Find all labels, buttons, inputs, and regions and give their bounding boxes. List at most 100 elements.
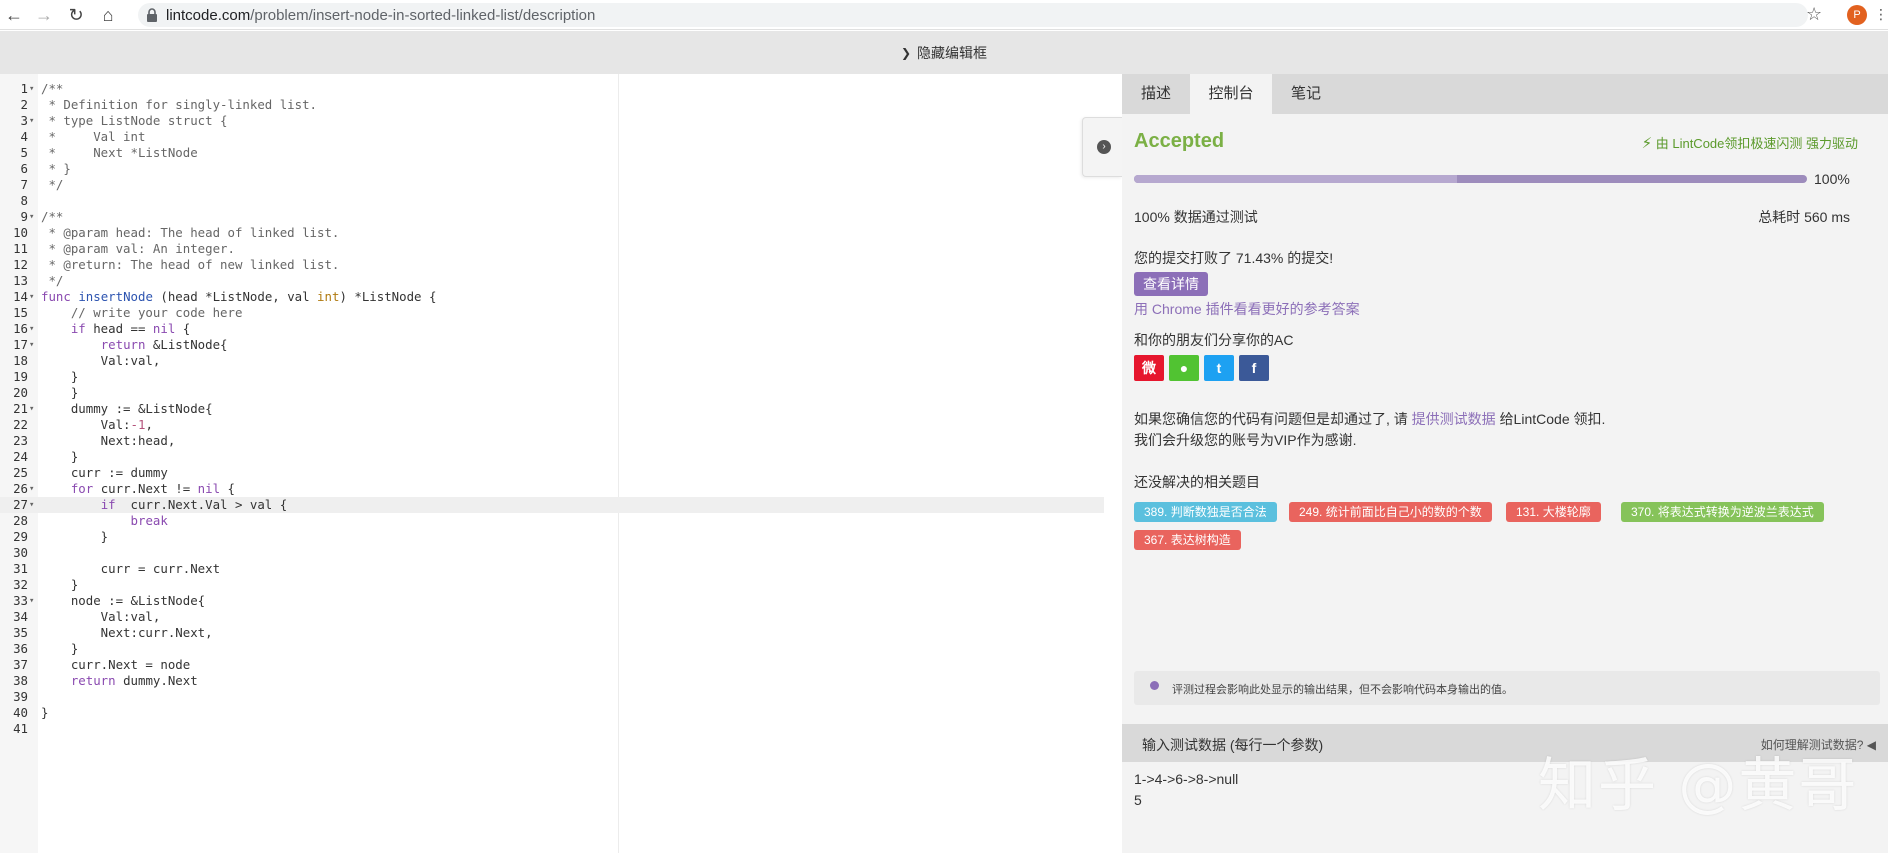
menu-icon[interactable]: ⋮ — [1874, 6, 1888, 23]
line-number: 20 — [13, 385, 28, 400]
code-line[interactable]: 7 */ — [0, 177, 1104, 193]
code-text: curr.Next = node — [41, 657, 191, 672]
code-line[interactable]: 4 * Val int — [0, 129, 1104, 145]
facebook-icon[interactable]: f — [1239, 355, 1269, 381]
tab-notes[interactable]: 笔记 — [1272, 74, 1340, 114]
code-line[interactable]: 11 * @param val: An integer. — [0, 241, 1104, 257]
line-number: 11 — [13, 241, 28, 256]
code-text: } — [41, 385, 79, 400]
back-icon[interactable]: ← — [0, 1, 28, 29]
code-line[interactable]: 8 — [0, 193, 1104, 209]
code-line[interactable]: 33 ▾ node := &ListNode{ — [0, 593, 1104, 609]
code-line[interactable]: 5 * Next *ListNode — [0, 145, 1104, 161]
collapse-panel-tab[interactable]: › — [1082, 117, 1122, 177]
code-text: * type ListNode struct { — [41, 113, 228, 128]
fold-toggle-icon[interactable]: ▾ — [29, 209, 34, 225]
code-line[interactable]: 29 } — [0, 529, 1104, 545]
avatar[interactable]: P — [1847, 5, 1867, 25]
code-line[interactable]: 23 Next:head, — [0, 433, 1104, 449]
provide-test-data-link[interactable]: 提供测试数据 — [1412, 411, 1496, 427]
code-line[interactable]: 13 */ — [0, 273, 1104, 289]
code-line[interactable]: 22 Val:-1, — [0, 417, 1104, 433]
code-line[interactable]: 6 * } — [0, 161, 1104, 177]
code-line[interactable]: 36 } — [0, 641, 1104, 657]
code-line[interactable]: 30 — [0, 545, 1104, 561]
home-icon[interactable]: ⌂ — [94, 1, 122, 29]
fold-toggle-icon[interactable]: ▾ — [29, 593, 34, 609]
twitter-icon[interactable]: t — [1204, 355, 1234, 381]
code-line[interactable]: 31 curr = curr.Next — [0, 561, 1104, 577]
related-problem-tag[interactable]: 131. 大楼轮廓 — [1506, 502, 1601, 522]
code-text: */ — [41, 273, 64, 288]
code-line[interactable]: 1 ▾ /** — [0, 81, 1104, 97]
code-line[interactable]: 25 curr := dummy — [0, 465, 1104, 481]
fold-toggle-icon[interactable]: ▾ — [29, 321, 34, 337]
code-line[interactable]: 20 } — [0, 385, 1104, 401]
report-line-1: 如果您确信您的代码有问题但是却通过了, 请 提供测试数据 给LintCode 领… — [1134, 409, 1605, 429]
related-problem-tag[interactable]: 367. 表达树构造 — [1134, 530, 1241, 550]
fold-toggle-icon[interactable]: ▾ — [29, 289, 34, 305]
url-path: /problem/insert-node-in-sorted-linked-li… — [250, 6, 596, 24]
reload-icon[interactable]: ↻ — [62, 1, 90, 29]
code-line[interactable]: 12 * @return: The head of new linked lis… — [0, 257, 1104, 273]
code-line[interactable]: 28 break — [0, 513, 1104, 529]
code-line[interactable]: 21 ▾ dummy := &ListNode{ — [0, 401, 1104, 417]
report-suffix: 给LintCode 领扣. — [1499, 411, 1606, 427]
forward-icon[interactable]: → — [30, 1, 58, 29]
code-line[interactable]: 2 * Definition for singly-linked list. — [0, 97, 1104, 113]
line-number: 16 — [13, 321, 28, 336]
input-value-1[interactable]: 1->4->6->8->null — [1134, 771, 1238, 787]
code-line[interactable]: 38 return dummy.Next — [0, 673, 1104, 689]
fold-toggle-icon[interactable]: ▾ — [29, 113, 34, 129]
line-number: 24 — [13, 449, 28, 464]
code-line[interactable]: 19 } — [0, 369, 1104, 385]
code-line[interactable]: 40} — [0, 705, 1104, 721]
address-bar[interactable]: lintcode.com/problem/insert-node-in-sort… — [138, 3, 1808, 27]
code-line[interactable]: 32 } — [0, 577, 1104, 593]
code-line[interactable]: 14 ▾ func insertNode (head *ListNode, val … — [0, 289, 1104, 305]
url-domain: lintcode.com — [166, 6, 251, 24]
code-line[interactable]: 27 ▾ if curr.Next.Val > val { — [0, 497, 1104, 513]
tab-description[interactable]: 描述 — [1122, 74, 1190, 114]
code-line[interactable]: 26 ▾ for curr.Next != nil { — [0, 481, 1104, 497]
fold-toggle-icon[interactable]: ▾ — [29, 81, 34, 97]
input-value-2[interactable]: 5 — [1134, 792, 1142, 808]
view-detail-button[interactable]: 查看详情 — [1134, 272, 1208, 296]
code-line[interactable]: 3 ▾ * type ListNode struct { — [0, 113, 1104, 129]
related-problem-tag[interactable]: 249. 统计前面比自己小的数的个数 — [1289, 502, 1492, 522]
fold-toggle-icon[interactable]: ▾ — [29, 481, 34, 497]
code-line[interactable]: 34 Val:val, — [0, 609, 1104, 625]
code-line[interactable]: 17 ▾ return &ListNode{ — [0, 337, 1104, 353]
code-line[interactable]: 37 curr.Next = node — [0, 657, 1104, 673]
code-editor[interactable]: 1 ▾/** 2 * Definition for singly-linked li… — [0, 74, 1104, 853]
line-number: 5 — [20, 145, 28, 160]
lightning-icon: ⚡ — [1641, 135, 1653, 152]
bookmark-star-icon[interactable]: ☆ — [1806, 4, 1822, 25]
code-line[interactable]: 10 * @param head: The head of linked lis… — [0, 225, 1104, 241]
code-text: curr := dummy — [41, 465, 168, 480]
chevron-right-icon: › — [1097, 140, 1111, 154]
code-line[interactable]: 16 ▾ if head == nil { — [0, 321, 1104, 337]
code-line[interactable]: 41 — [0, 721, 1104, 737]
weibo-icon[interactable]: 微 — [1134, 355, 1164, 381]
fold-toggle-icon[interactable]: ▾ — [29, 401, 34, 417]
code-line[interactable]: 39 — [0, 689, 1104, 705]
fold-toggle-icon[interactable]: ▾ — [29, 337, 34, 353]
code-text: * } — [41, 161, 71, 176]
fold-toggle-icon[interactable]: ▾ — [29, 497, 34, 513]
related-problem-tag[interactable]: 389. 判断数独是否合法 — [1134, 502, 1277, 522]
code-text: Val:val, — [41, 353, 161, 368]
chrome-plugin-link[interactable]: 用 Chrome 插件看看更好的参考答案 — [1134, 299, 1360, 319]
hide-editor-toggle[interactable]: ❯ 隐藏编辑框 — [0, 31, 1888, 74]
related-title: 还没解决的相关题目 — [1134, 474, 1260, 490]
code-text: } — [41, 577, 79, 592]
code-line[interactable]: 15 // write your code here — [0, 305, 1104, 321]
code-line[interactable]: 24 } — [0, 449, 1104, 465]
related-problem-tag[interactable]: 370. 将表达式转换为逆波兰表达式 — [1621, 502, 1824, 522]
code-line[interactable]: 35 Next:curr.Next, — [0, 625, 1104, 641]
wechat-icon[interactable]: ● — [1169, 355, 1199, 381]
code-line[interactable]: 9 ▾ /** — [0, 209, 1104, 225]
line-number: 32 — [13, 577, 28, 592]
code-line[interactable]: 18 Val:val, — [0, 353, 1104, 369]
tab-console[interactable]: 控制台 — [1190, 74, 1272, 114]
